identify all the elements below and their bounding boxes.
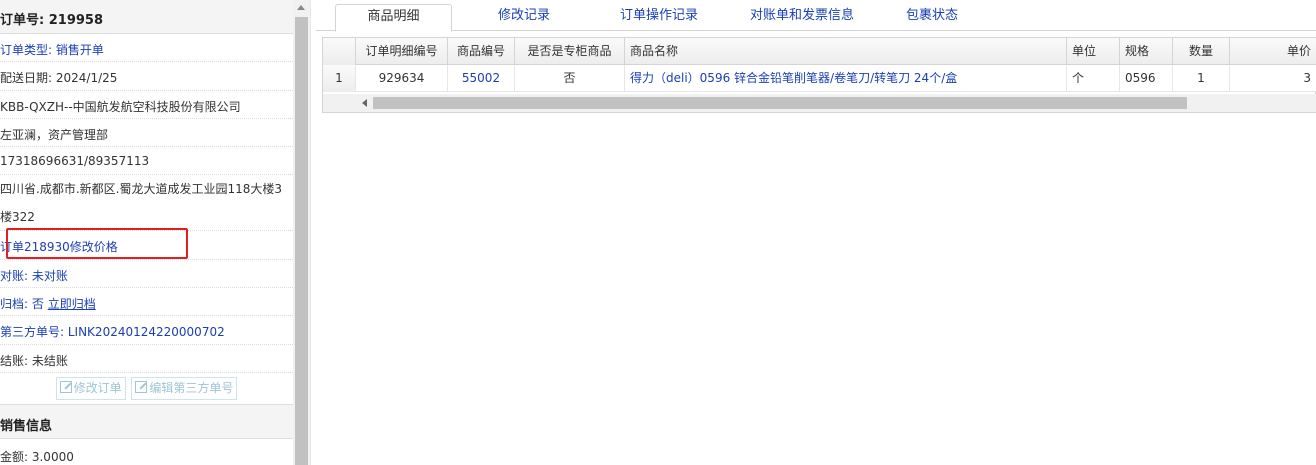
header-unit-price[interactable]: 单价 bbox=[1230, 38, 1316, 65]
settle-status: 结账: 未结账 bbox=[0, 345, 293, 373]
left-vertical-scrollbar[interactable] bbox=[293, 0, 310, 465]
tab-statement-invoice[interactable]: 对账单和发票信息 bbox=[734, 4, 870, 32]
cell-product-name-link[interactable]: 得力（deli）0596 锌合金铅笔削笔器/卷笔刀/转笔刀 24个/盒 bbox=[625, 65, 1067, 92]
order-type: 订单类型: 销售开单 bbox=[0, 34, 293, 63]
tab-change-log[interactable]: 修改记录 bbox=[474, 4, 574, 32]
cell-unit: 个 bbox=[1067, 65, 1120, 92]
reconcile-status: 对账: 未对账 bbox=[0, 260, 293, 289]
archive-row: 归档: 否 立即归档 bbox=[0, 288, 293, 317]
contact-phone: 17318696631/89357113 bbox=[0, 147, 293, 176]
order-number-value: 219958 bbox=[48, 13, 104, 28]
edit-order-button[interactable]: 修改订单 bbox=[55, 376, 126, 400]
third-party-number: 第三方单号: LINK20240124220000702 bbox=[0, 316, 293, 345]
header-unit[interactable]: 单位 bbox=[1067, 38, 1120, 65]
archive-value: 否 bbox=[31, 297, 44, 312]
action-buttons: 修改订单 编辑第三方单号 bbox=[0, 373, 293, 405]
archive-now-link[interactable]: 立即归档 bbox=[48, 297, 96, 311]
cell-unit-price: 3 bbox=[1303, 71, 1311, 85]
cell-detail-no: 929634 bbox=[356, 65, 448, 92]
detail-panel: 商品明细 修改记录 订单操作记录 对账单和发票信息 包裹状态 订单明细编号 商品… bbox=[316, 0, 1316, 465]
cell-product-no-link[interactable]: 55002 bbox=[448, 65, 515, 92]
header-spec[interactable]: 规格 bbox=[1120, 38, 1173, 65]
archive-label: 归档: bbox=[0, 297, 29, 312]
grid-horizontal-scrollbar[interactable] bbox=[323, 94, 1316, 112]
edit-third-party-button[interactable]: 编辑第三方单号 bbox=[131, 376, 238, 400]
cell-counter-product: 否 bbox=[515, 65, 625, 92]
edit-icon bbox=[135, 380, 148, 393]
cell-spec: 0596 bbox=[1120, 65, 1173, 92]
sales-info-title: 销售信息 bbox=[0, 404, 293, 439]
header-product-no[interactable]: 商品编号 bbox=[448, 38, 515, 65]
order-info-panel: 订单号: 219958 订单类型: 销售开单 配送日期: 2024/1/25 K… bbox=[0, 0, 293, 465]
tab-product-details[interactable]: 商品明细 bbox=[335, 4, 452, 32]
header-detail-no[interactable]: 订单明细编号 bbox=[356, 38, 448, 65]
product-detail-grid: 订单明细编号 商品编号 是否是专柜商品 商品名称 单位 规格 数量 单价 1 9… bbox=[322, 37, 1316, 113]
scroll-thumb[interactable] bbox=[295, 17, 308, 465]
customer-company: KBB-QXZH--中国航发航空科技股份有限公司 bbox=[0, 91, 293, 119]
delivery-date: 配送日期: 2024/1/25 bbox=[0, 62, 293, 91]
header-counter-product[interactable]: 是否是专柜商品 bbox=[515, 38, 625, 65]
edit-third-party-label: 编辑第三方单号 bbox=[149, 380, 234, 395]
header-quantity[interactable]: 数量 bbox=[1173, 38, 1230, 65]
edit-icon bbox=[59, 380, 72, 393]
order-number-label: 订单号: bbox=[0, 13, 45, 28]
tab-package-status[interactable]: 包裹状态 bbox=[894, 4, 970, 32]
table-row[interactable]: 1 929634 55002 否 得力（deli）0596 锌合金铅笔削笔器/卷… bbox=[323, 65, 1316, 92]
scroll-left-icon[interactable] bbox=[362, 99, 367, 107]
tab-bar: 商品明细 修改记录 订单操作记录 对账单和发票信息 包裹状态 bbox=[316, 0, 1316, 32]
row-number: 1 bbox=[323, 65, 356, 92]
cell-quantity: 1 bbox=[1173, 65, 1230, 92]
edit-order-label: 修改订单 bbox=[73, 380, 122, 395]
tab-order-operation-log[interactable]: 订单操作记录 bbox=[606, 4, 712, 32]
delivery-address: 四川省.成都市.新都区.蜀龙大道成发工业园118大楼3楼322 bbox=[0, 175, 293, 232]
annotation-highlight-box bbox=[6, 228, 188, 259]
sales-amount: 金额: 3.0000 bbox=[0, 449, 74, 464]
grid-header: 订单明细编号 商品编号 是否是专柜商品 商品名称 单位 规格 数量 单价 bbox=[323, 38, 1316, 65]
order-number-header: 订单号: 219958 bbox=[0, 0, 293, 34]
horizontal-scroll-thumb[interactable] bbox=[373, 97, 1187, 109]
header-rownum bbox=[323, 38, 356, 65]
scroll-up-icon[interactable] bbox=[297, 5, 305, 10]
header-product-name[interactable]: 商品名称 bbox=[625, 38, 1067, 65]
contact-person: 左亚澜，资产管理部 bbox=[0, 119, 293, 148]
